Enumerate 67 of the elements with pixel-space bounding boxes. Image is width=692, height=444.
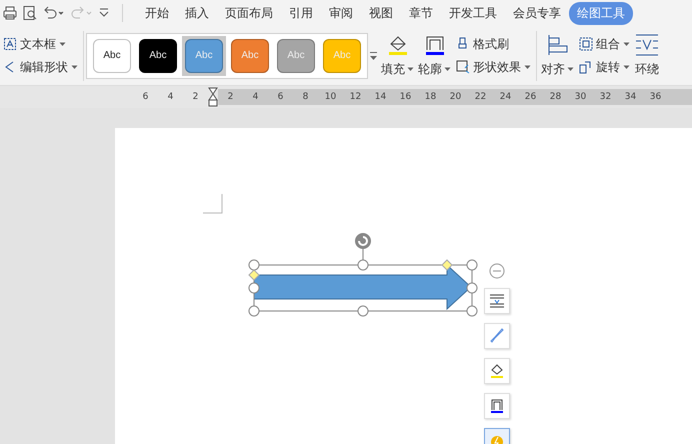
shape-effects-button[interactable]: 形状效果 [456,58,531,76]
menu-tab[interactable]: 会员专享 [505,2,569,24]
wrap-text-icon [635,34,659,56]
menu-tab[interactable]: 审阅 [321,2,361,24]
ruler-number: 20 [448,92,462,102]
wrap-text-button[interactable] [484,288,510,314]
ruler-number: 36 [648,92,662,102]
menu-tab[interactable]: 开始 [137,2,177,24]
ruler-number: 10 [324,92,338,102]
outline-button[interactable] [484,393,510,419]
ruler-number: 4 [166,92,174,102]
wrap-button[interactable]: 环绕 [633,34,661,78]
paint-bucket-icon [489,363,505,379]
ruler-number: 28 [548,92,562,102]
caret-icon [59,42,66,46]
caret-icon [524,64,531,70]
ruler-number: 4 [252,92,260,102]
menu-tab[interactable]: 引用 [281,2,321,24]
fill-button[interactable]: 填充 [379,34,416,78]
menu-tab[interactable]: 开发工具 [441,2,505,24]
print-icon[interactable] [2,4,18,22]
rotate-button[interactable]: 旋转 [579,58,630,76]
ruler-number: 6 [142,92,150,102]
caret-icon [567,66,574,72]
ruler-number: 18 [424,92,438,102]
ruler-number: 26 [524,92,538,102]
ruler-number: 24 [498,92,512,102]
ruler-number: 12 [348,92,362,102]
menu-tab[interactable]: 视图 [361,2,401,24]
caret-icon [444,66,451,72]
outline-button[interactable]: 轮廓 [416,34,453,78]
outline-icon [489,398,505,414]
format-painter-button[interactable]: 格式刷 [456,36,531,52]
print-preview-icon[interactable] [22,4,38,22]
ruler-number: 2 [192,92,200,102]
ruler-number: 6 [276,92,284,102]
align-button[interactable]: 对齐 [539,34,576,78]
ruler-number: 8 [302,92,310,102]
ruler-number: 32 [598,92,612,102]
ruler-number: 16 [398,92,412,102]
fill-button[interactable] [484,358,510,384]
ruler-number: 34 [624,92,638,102]
ruler-number: 30 [574,92,588,102]
menu-tab[interactable]: 插入 [177,2,217,24]
margin-corner-mark [203,194,223,214]
menu-tab[interactable]: 页面布局 [217,2,281,24]
caret-icon [71,64,78,70]
caret-icon [407,66,414,72]
ruler-number: 22 [474,92,488,102]
ruler-number: 2 [226,92,234,102]
collapse-icon[interactable] [489,263,505,279]
text-box-button[interactable]: 文本框 [3,36,78,52]
rotate-handle-icon[interactable] [355,233,371,249]
ruler-number: 14 [374,92,388,102]
edit-shape-button[interactable]: 编辑形状 [3,58,78,76]
wrap-text-icon [489,293,505,309]
menu-tab[interactable]: 章节 [401,2,441,24]
align-icon [546,34,570,56]
text-box-icon [3,37,17,51]
caret-icon [623,64,630,70]
style-button[interactable] [484,323,510,349]
caret-icon [623,42,630,46]
rotate-icon [579,60,593,74]
indent-marker-icon[interactable] [208,87,218,107]
group-icon [579,37,593,51]
group-button[interactable]: 组合 [579,36,630,52]
shape-effects-icon [456,60,470,74]
